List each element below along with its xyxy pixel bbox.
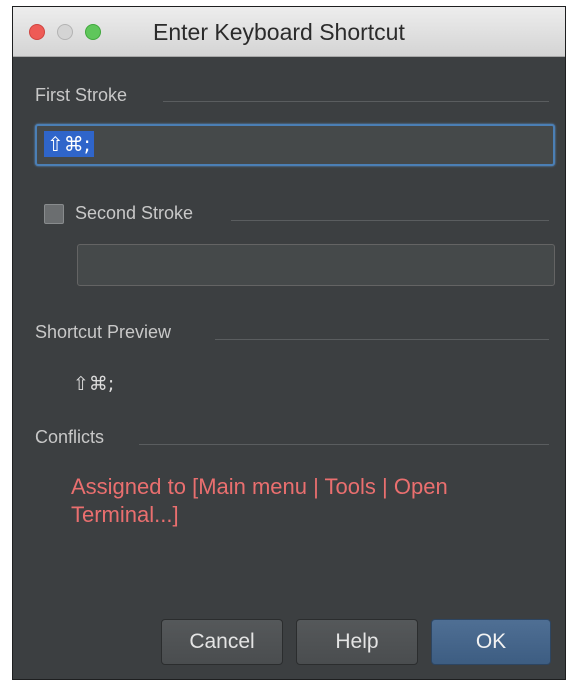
second-stroke-input[interactable] [77,244,555,286]
second-stroke-separator [231,220,549,221]
shortcut-preview-label: Shortcut Preview [35,322,172,342]
second-stroke-label[interactable]: Second Stroke [75,203,193,224]
shortcut-preview-separator [215,339,549,340]
conflicts-separator [139,444,549,445]
zoom-window-icon[interactable] [85,24,101,40]
close-window-icon[interactable] [29,24,45,40]
title-bar[interactable]: Enter Keyboard Shortcut [13,7,565,57]
window-title: Enter Keyboard Shortcut [153,19,405,45]
shortcut-preview-value: ⇧⌘; [73,373,115,395]
second-stroke-checkbox[interactable] [44,204,64,224]
ok-button[interactable]: OK [431,619,551,665]
keyboard-shortcut-dialog: Enter Keyboard Shortcut First Stroke ⇧⌘;… [12,6,566,680]
first-stroke-label: First Stroke [35,85,128,105]
conflict-message: Assigned to [Main menu | Tools | Open Te… [71,474,448,527]
help-button[interactable]: Help [296,619,418,665]
cancel-button[interactable]: Cancel [161,619,283,665]
minimize-window-icon[interactable] [57,24,73,40]
conflicts-label: Conflicts [35,427,105,447]
first-stroke-separator [163,101,549,102]
first-stroke-value: ⇧⌘; [44,131,94,157]
first-stroke-input[interactable]: ⇧⌘; [35,124,555,166]
